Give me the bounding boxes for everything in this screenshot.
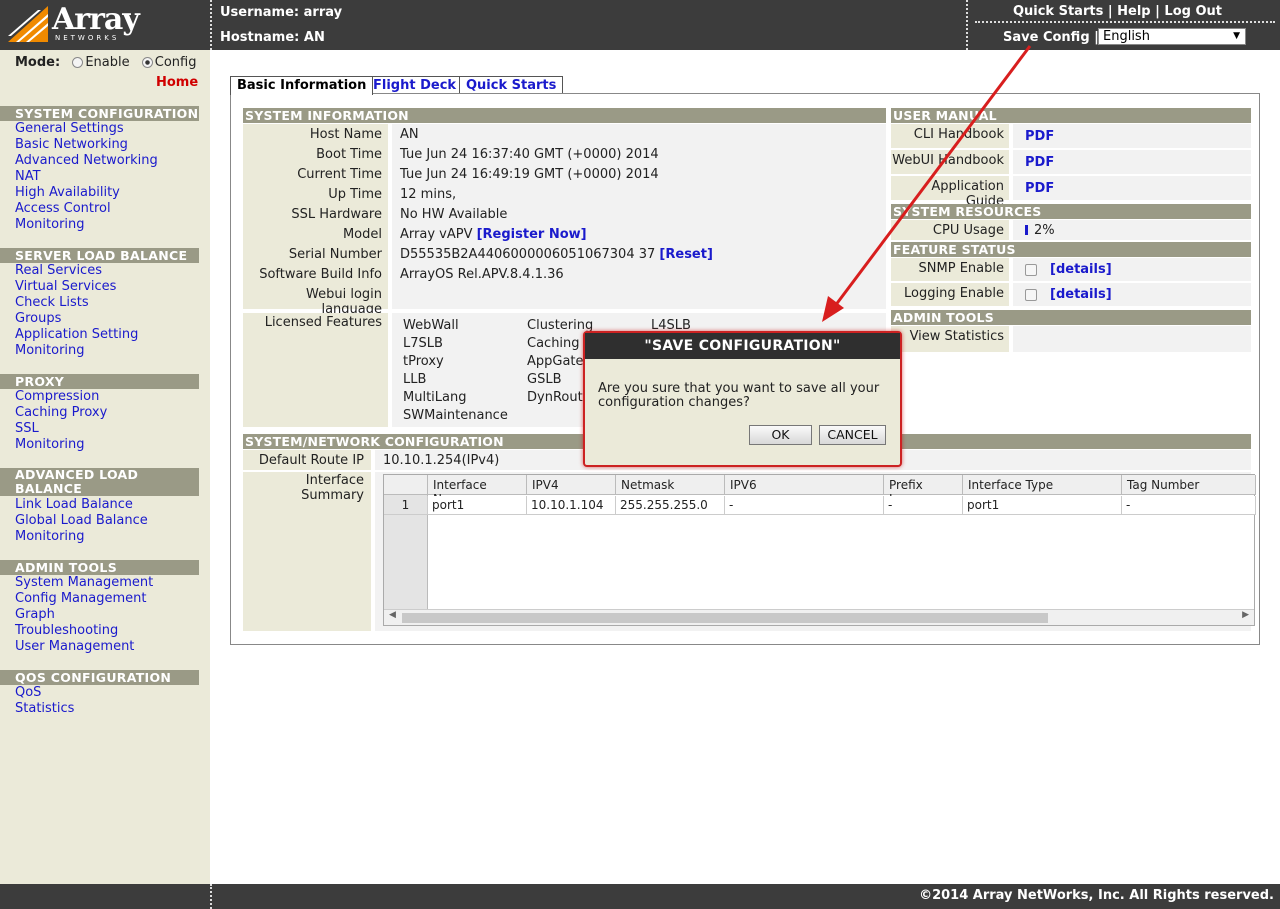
divider <box>210 884 212 909</box>
copyright-text: ©2014 Array NetWorks, Inc. All Rights re… <box>919 888 1274 903</box>
save-configuration-dialog: "SAVE CONFIGURATION" Are you sure that y… <box>583 331 902 467</box>
arrow-line <box>833 45 1032 307</box>
footer: ©2014 Array NetWorks, Inc. All Rights re… <box>0 884 1280 909</box>
tab-basic-information[interactable]: Basic Information <box>230 76 374 95</box>
dialog-title: "SAVE CONFIGURATION" <box>585 333 900 359</box>
dialog-message: Are you sure that you want to save all y… <box>598 381 880 410</box>
cancel-button[interactable]: CANCEL <box>819 425 886 445</box>
ok-button[interactable]: OK <box>749 425 812 445</box>
